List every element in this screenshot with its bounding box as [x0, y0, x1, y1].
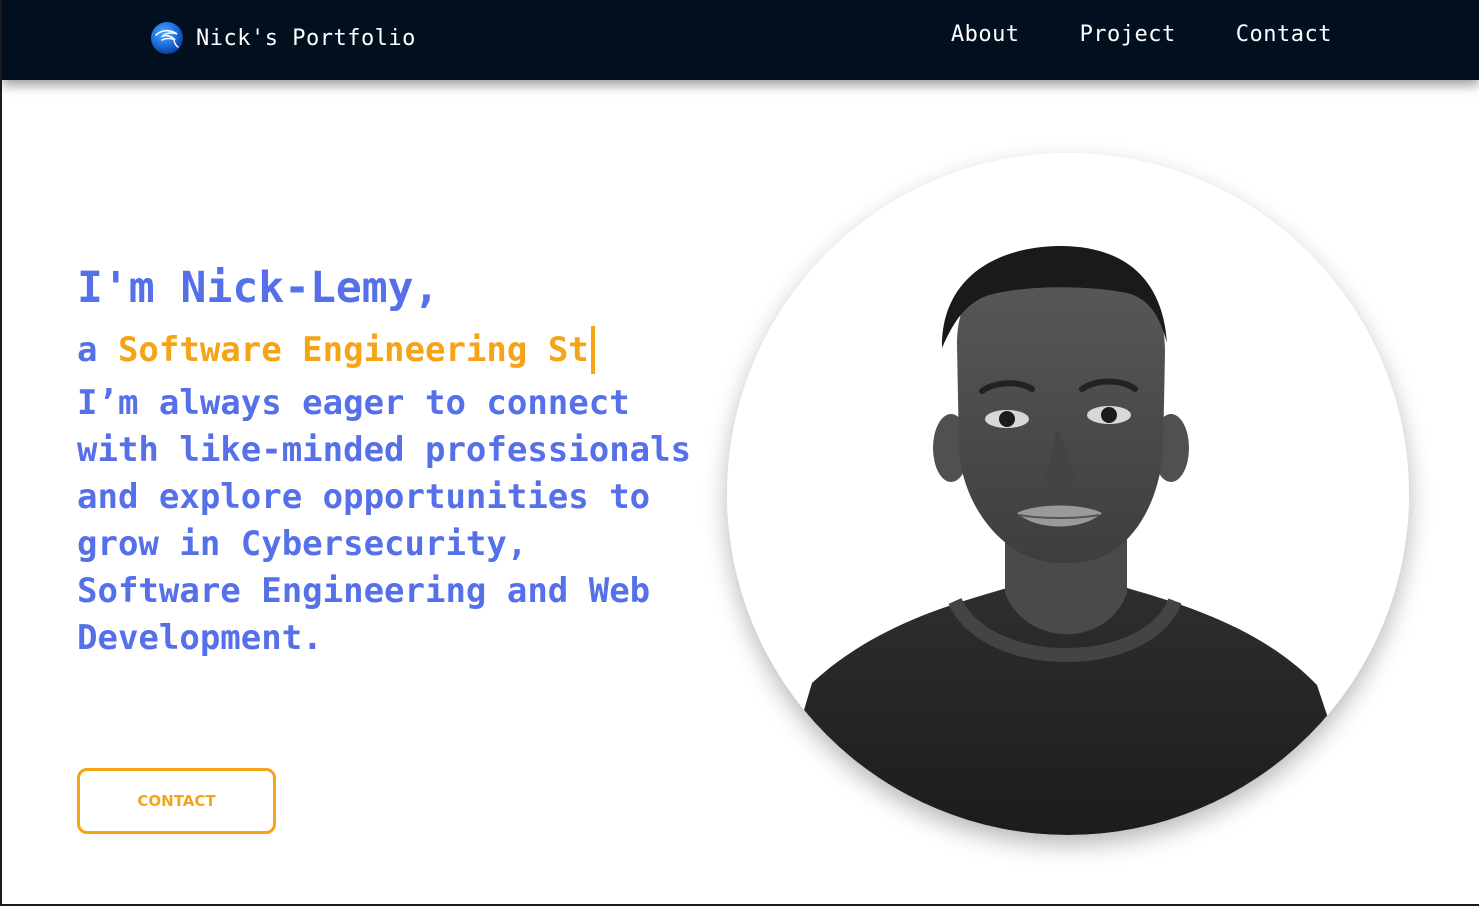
page: Nick's Portfolio About Project Contact I…	[2, 0, 1479, 904]
hero-role: a Software Engineering St	[77, 326, 717, 374]
role-prefix: a	[77, 330, 118, 370]
brand[interactable]: Nick's Portfolio	[150, 21, 416, 55]
nav-links: About Project Contact	[951, 22, 1332, 47]
hero-greeting: I'm Nick-Lemy,	[77, 263, 440, 313]
portrait-photo	[727, 153, 1409, 835]
profile-photo	[727, 153, 1409, 835]
typing-cursor	[590, 326, 595, 374]
nav-link-about[interactable]: About	[951, 22, 1020, 47]
nav-link-contact[interactable]: Contact	[1236, 22, 1332, 47]
brand-name: Nick's Portfolio	[196, 25, 416, 51]
navbar: Nick's Portfolio About Project Contact	[2, 0, 1479, 80]
contact-button[interactable]: CONTACT	[77, 768, 276, 834]
hero-description: I’m always eager to connect with like-mi…	[77, 383, 692, 658]
role-typed-text: Software Engineering St	[117, 330, 589, 370]
nav-link-project[interactable]: Project	[1080, 22, 1176, 47]
hero-intro: I'm Nick-Lemy, a Software Engineering St…	[77, 258, 717, 662]
kali-dragon-logo-icon	[151, 22, 183, 54]
